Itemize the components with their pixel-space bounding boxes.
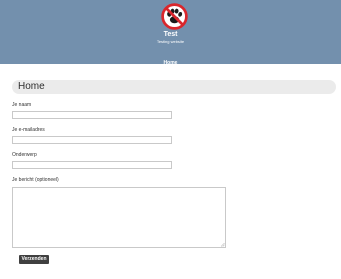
main-nav: Home [0, 51, 341, 69]
submit-button[interactable]: Verzenden [19, 255, 49, 264]
paw-prohibited-icon[interactable] [161, 3, 188, 30]
site-header: Test Testing website Home [0, 0, 341, 66]
name-input[interactable] [12, 111, 172, 119]
message-textarea[interactable] [12, 187, 226, 248]
subject-label: Onderwerp [12, 152, 37, 158]
message-label: Je bericht (optioneel) [12, 177, 59, 183]
name-label: Je naam [12, 102, 32, 108]
nav-item-home[interactable]: Home [164, 60, 178, 66]
resize-handle-icon[interactable] [220, 242, 225, 247]
page-title: Home [18, 81, 45, 92]
site-tagline: Testing website [156, 39, 185, 44]
page-title-bar: Home [12, 80, 336, 94]
email-label: Je e-mailadres [12, 127, 45, 133]
site-title[interactable]: Test [0, 30, 341, 39]
subject-input[interactable] [12, 161, 172, 169]
email-input[interactable] [12, 136, 172, 144]
